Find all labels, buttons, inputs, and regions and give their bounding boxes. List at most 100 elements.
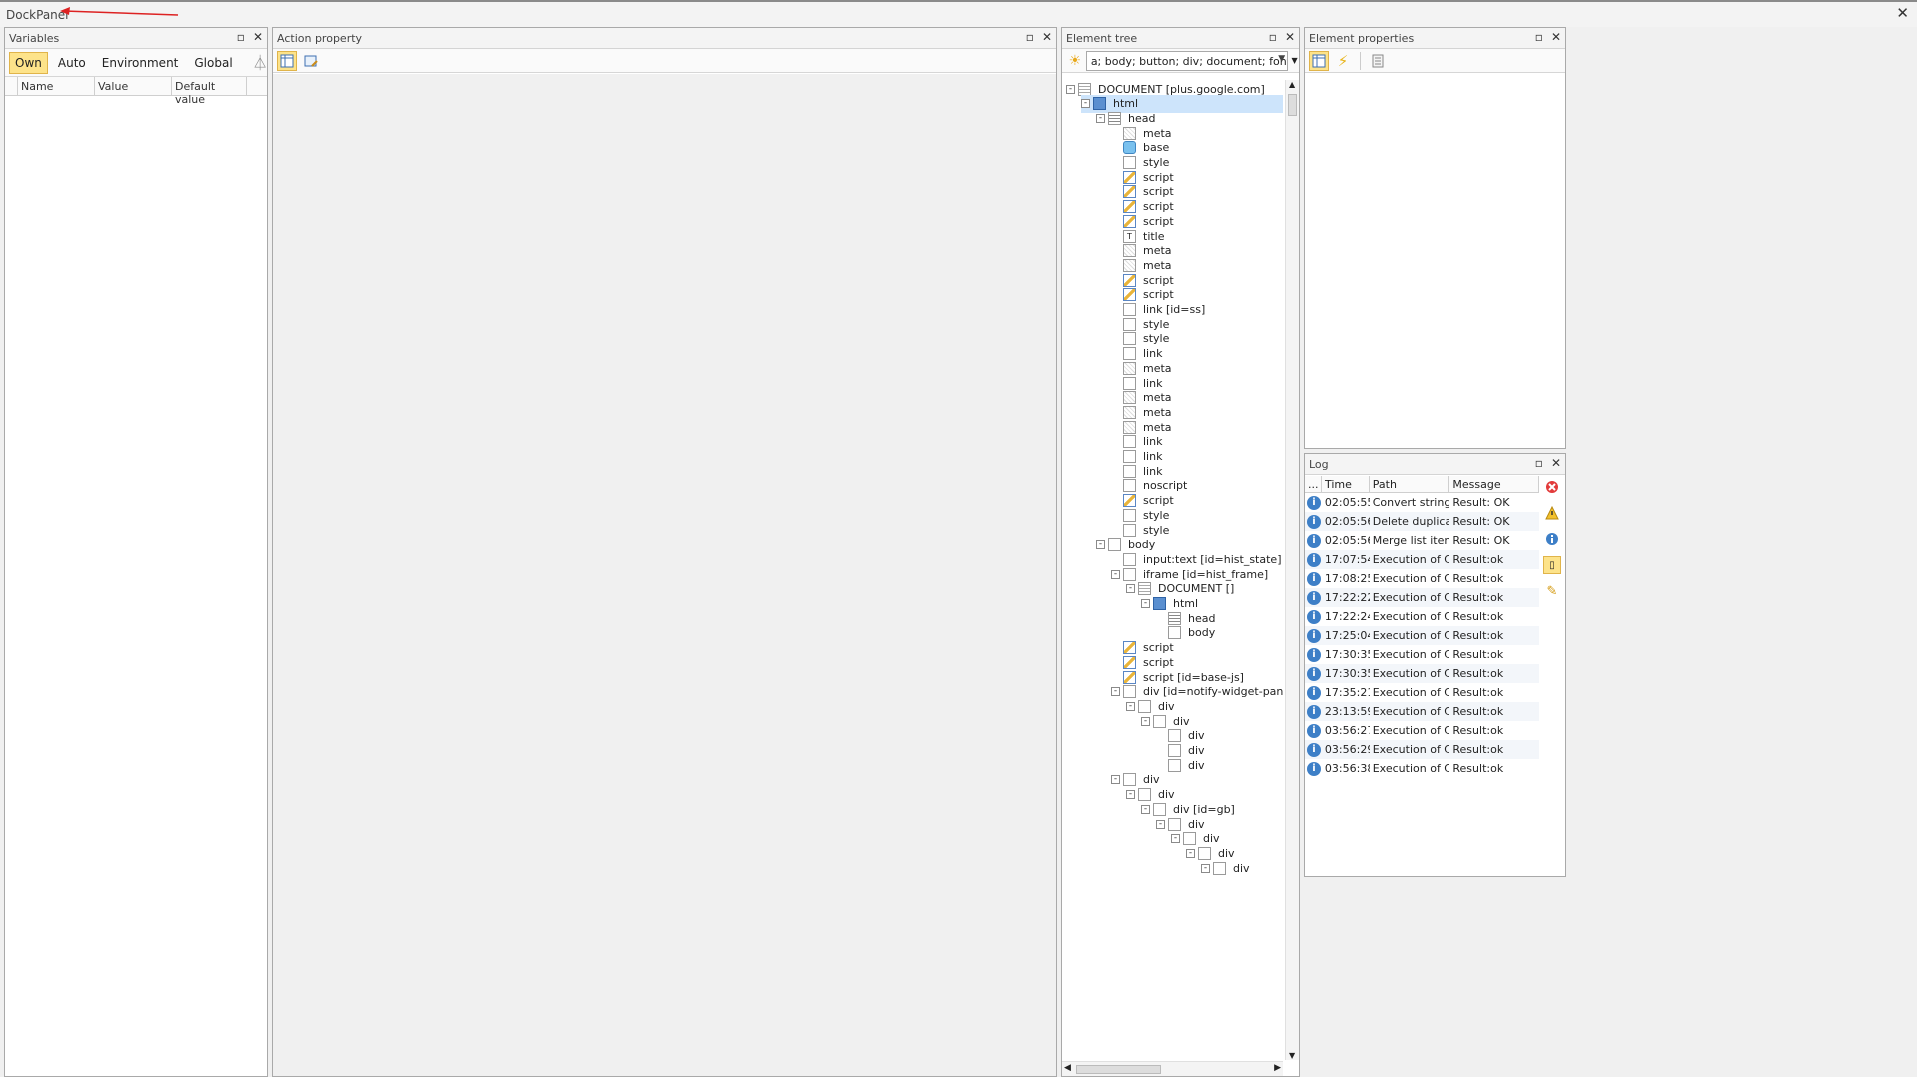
collapse-toggle-icon[interactable]: -: [1156, 819, 1165, 829]
log-row[interactable]: i03:56:29Execution of C#...Result:ok: [1305, 740, 1539, 759]
tab-environment[interactable]: Environment: [96, 52, 185, 74]
log-row[interactable]: i17:25:04Execution of C#...Result:ok: [1305, 626, 1539, 645]
tab-auto[interactable]: Auto: [52, 52, 92, 74]
log-time-cell: 17:22:22: [1324, 591, 1370, 604]
log-path-cell: Execution of C#...: [1372, 591, 1450, 604]
sun-icon[interactable]: ☀: [1066, 51, 1084, 71]
log-row[interactable]: i17:07:54Execution of C#...Result:ok: [1305, 550, 1539, 569]
element-filter-input[interactable]: a; body; button; div; document; font; fo…: [1085, 50, 1289, 71]
info-filter-icon[interactable]: [1543, 530, 1561, 548]
close-icon[interactable]: ✕: [1285, 30, 1295, 44]
collapse-toggle-icon[interactable]: -: [1066, 84, 1075, 94]
log-row[interactable]: i03:56:38Execution of C#...Result:ok: [1305, 759, 1539, 778]
log-message-cell: Result:ok: [1452, 572, 1504, 585]
close-icon[interactable]: ✕: [253, 30, 263, 44]
window-close-icon[interactable]: ✕: [1896, 4, 1909, 22]
collapse-toggle-icon[interactable]: -: [1126, 701, 1135, 711]
log-message-cell: Result: OK: [1452, 496, 1510, 509]
chevron-down-icon[interactable]: ▼: [1278, 54, 1285, 64]
tree-horizontal-scrollbar[interactable]: ◀ ▶: [1062, 1061, 1283, 1076]
scroll-thumb[interactable]: [1288, 94, 1297, 116]
meta-node-icon: [1123, 420, 1136, 434]
collapse-toggle-icon[interactable]: -: [1111, 569, 1120, 579]
collapse-toggle-icon[interactable]: -: [1126, 584, 1135, 594]
collapse-toggle-icon[interactable]: -: [1111, 775, 1120, 785]
collapse-toggle-icon[interactable]: -: [1096, 113, 1105, 123]
scroll-thumb[interactable]: [1076, 1065, 1161, 1074]
column-value[interactable]: Value: [95, 77, 172, 95]
log-row[interactable]: i17:30:35Execution of C#...Result:ok: [1305, 645, 1539, 664]
log-path-cell: Execution of C#...: [1372, 610, 1450, 623]
scroll-right-icon[interactable]: ▶: [1274, 1063, 1281, 1073]
row-indicator-header: [5, 77, 18, 95]
collapse-toggle-icon[interactable]: -: [1111, 687, 1120, 697]
column-default-value[interactable]: Default value: [172, 77, 247, 106]
collapse-toggle-icon[interactable]: -: [1141, 804, 1150, 814]
meta-node-icon: [1123, 391, 1136, 405]
log-row[interactable]: i17:22:24Execution of C#...Result:ok: [1305, 607, 1539, 626]
element-tree-title: Element tree: [1066, 32, 1138, 45]
filter-icon[interactable]: ⏃: [253, 53, 268, 73]
scroll-left-icon[interactable]: ◀: [1064, 1063, 1071, 1073]
debug-filter-icon[interactable]: ▯: [1543, 556, 1561, 574]
restore-icon[interactable]: ▫: [1026, 30, 1034, 44]
tree-node-label: div: [1233, 861, 1250, 875]
info-icon: i: [1307, 761, 1321, 776]
log-row[interactable]: i17:08:25Execution of C#...Result:ok: [1305, 569, 1539, 588]
meta-node-icon: [1123, 405, 1136, 419]
tab-own[interactable]: Own: [9, 51, 48, 74]
grid-view-icon[interactable]: [1309, 50, 1329, 71]
clear-log-icon[interactable]: ✎: [1543, 582, 1561, 600]
column-message[interactable]: Message: [1449, 476, 1539, 492]
collapse-toggle-icon[interactable]: -: [1141, 716, 1150, 726]
collapse-toggle-icon[interactable]: -: [1081, 99, 1090, 109]
chevron-down-icon[interactable]: ▼: [1290, 51, 1299, 71]
edit-view-icon[interactable]: [301, 51, 321, 71]
scroll-up-icon[interactable]: ▲: [1289, 80, 1295, 89]
element-tree-toolbar: ☀ a; body; button; div; document; font; …: [1062, 49, 1299, 73]
log-row[interactable]: i17:30:35Execution of C#...Result:ok: [1305, 664, 1539, 683]
log-row[interactable]: i23:13:59Execution of C#...Result:ok: [1305, 702, 1539, 721]
collapse-toggle-icon[interactable]: -: [1096, 540, 1105, 550]
meta-node-icon: [1123, 258, 1136, 272]
tree-node[interactable]: div: [1156, 756, 1207, 774]
close-icon[interactable]: ✕: [1042, 30, 1052, 44]
column-time[interactable]: Time: [1322, 476, 1370, 492]
column-path[interactable]: Path: [1370, 476, 1450, 492]
close-icon[interactable]: ✕: [1551, 456, 1561, 470]
scroll-down-icon[interactable]: ▼: [1289, 1051, 1295, 1060]
log-row[interactable]: i03:56:27Execution of C#...Result:ok: [1305, 721, 1539, 740]
info-icon: i: [1307, 514, 1321, 529]
property-pages-icon[interactable]: [1368, 51, 1388, 71]
collapse-toggle-icon[interactable]: -: [1126, 790, 1135, 800]
script-node-icon: [1123, 214, 1136, 228]
log-row[interactable]: i17:35:21Execution of C#...Result:ok: [1305, 683, 1539, 702]
collapse-toggle-icon[interactable]: -: [1186, 848, 1195, 858]
collapse-toggle-icon[interactable]: -: [1171, 834, 1180, 844]
log-row[interactable]: i02:05:56Merge list items ...Result: OK: [1305, 531, 1539, 550]
tree-node[interactable]: - div: [1201, 859, 1252, 877]
restore-icon[interactable]: ▫: [1269, 30, 1277, 44]
column-expand[interactable]: ...: [1305, 476, 1322, 492]
restore-icon[interactable]: ▫: [237, 30, 245, 44]
log-time-cell: 17:35:21: [1324, 686, 1370, 699]
lightning-icon[interactable]: ⚡: [1333, 51, 1353, 71]
restore-icon[interactable]: ▫: [1535, 456, 1543, 470]
grid-view-icon[interactable]: [277, 50, 297, 71]
log-row[interactable]: i17:22:22Execution of C#...Result:ok: [1305, 588, 1539, 607]
plain-node-icon: [1198, 846, 1211, 860]
error-filter-icon[interactable]: [1543, 478, 1561, 496]
collapse-toggle-icon[interactable]: -: [1141, 599, 1150, 608]
log-row[interactable]: i02:05:56Delete duplicate...Result: OK: [1305, 512, 1539, 531]
tree-vertical-scrollbar[interactable]: ▲ ▼: [1285, 80, 1299, 1060]
close-icon[interactable]: ✕: [1551, 30, 1561, 44]
restore-icon[interactable]: ▫: [1535, 30, 1543, 44]
log-row[interactable]: i02:05:55Convert string v...Result: OK: [1305, 493, 1539, 512]
script-node-icon: [1123, 494, 1136, 508]
tab-global[interactable]: Global: [188, 52, 238, 74]
meta-node-icon: [1123, 361, 1136, 375]
collapse-toggle-icon[interactable]: -: [1201, 863, 1210, 873]
warning-filter-icon[interactable]: [1543, 504, 1561, 522]
column-name[interactable]: Name: [18, 77, 95, 95]
info-icon: i: [1307, 590, 1321, 605]
